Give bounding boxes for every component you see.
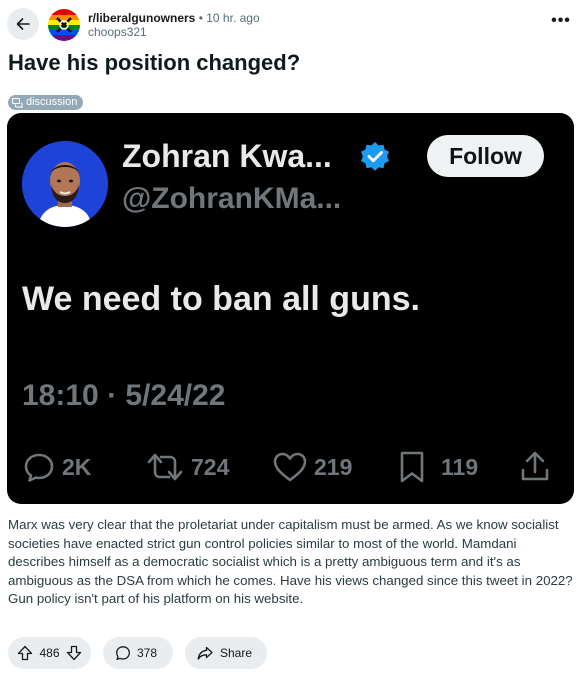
tweet-text: We need to ban all guns. xyxy=(22,280,420,318)
bookmark-count: 119 xyxy=(441,453,479,480)
author-link[interactable]: choops321 xyxy=(88,25,260,39)
bookmark-icon xyxy=(400,451,424,483)
retweet-icon xyxy=(147,453,183,481)
back-button[interactable] xyxy=(7,8,39,40)
flair-label: discussion xyxy=(26,96,78,108)
comment-count: 378 xyxy=(137,646,158,660)
more-icon: ••• xyxy=(551,12,571,29)
tweet-timestamp: 18:10 · 5/24/22 xyxy=(22,379,226,412)
post-body: Marx was very clear that the proletariat… xyxy=(8,517,573,607)
tweet-like: 219 xyxy=(272,447,352,487)
post-image-tweet[interactable]: Zohran Kwa... @ZohranKMa... Follow We ne… xyxy=(7,113,574,504)
tweet-actions: 2K 724 219 119 xyxy=(7,447,574,487)
share-button[interactable]: Share xyxy=(185,637,267,669)
share-tweet-icon xyxy=(521,451,549,481)
flair-chat-icon xyxy=(12,97,23,108)
tweet-share xyxy=(519,447,551,487)
like-icon xyxy=(273,452,307,482)
vote-control: 486 xyxy=(8,637,91,669)
follow-button: Follow xyxy=(427,135,544,177)
share-label: Share xyxy=(220,646,253,660)
flair-badge[interactable]: discussion xyxy=(8,95,84,110)
subreddit-avatar-icon[interactable] xyxy=(48,9,80,41)
tweet-reply: 2K xyxy=(22,447,91,487)
post-title: Have his position changed? xyxy=(8,50,301,75)
subreddit-link[interactable]: r/liberalgunowners xyxy=(88,11,195,25)
comments-button[interactable]: 378 xyxy=(103,637,173,669)
tweet-bookmark: 119 xyxy=(397,447,478,487)
post-header: r/liberalgunowners • 10 hr. ago choops32… xyxy=(7,8,573,42)
vote-count: 486 xyxy=(39,646,60,660)
retweet-count: 724 xyxy=(191,453,230,480)
tweet-handle: @ZohranKMa... xyxy=(122,182,342,215)
post-meta: r/liberalgunowners • 10 hr. ago choops32… xyxy=(88,11,260,39)
like-count: 219 xyxy=(314,453,353,480)
meta-separator: • xyxy=(198,11,203,25)
reply-icon xyxy=(24,453,54,482)
more-options-button[interactable]: ••• xyxy=(549,12,573,34)
tweet-avatar xyxy=(22,141,108,227)
verified-badge-icon xyxy=(361,142,389,171)
tweet-display-name: Zohran Kwa... xyxy=(122,138,332,174)
upvote-button[interactable] xyxy=(17,645,33,661)
tweet-retweet: 724 xyxy=(145,447,229,487)
comment-icon xyxy=(116,646,130,660)
post-time: 10 hr. ago xyxy=(206,11,260,25)
back-arrow-icon xyxy=(16,18,30,30)
reply-count: 2K xyxy=(62,453,92,480)
downvote-button[interactable] xyxy=(66,645,82,661)
share-icon xyxy=(197,646,213,660)
downvote-icon xyxy=(66,645,82,661)
upvote-icon xyxy=(17,645,33,661)
